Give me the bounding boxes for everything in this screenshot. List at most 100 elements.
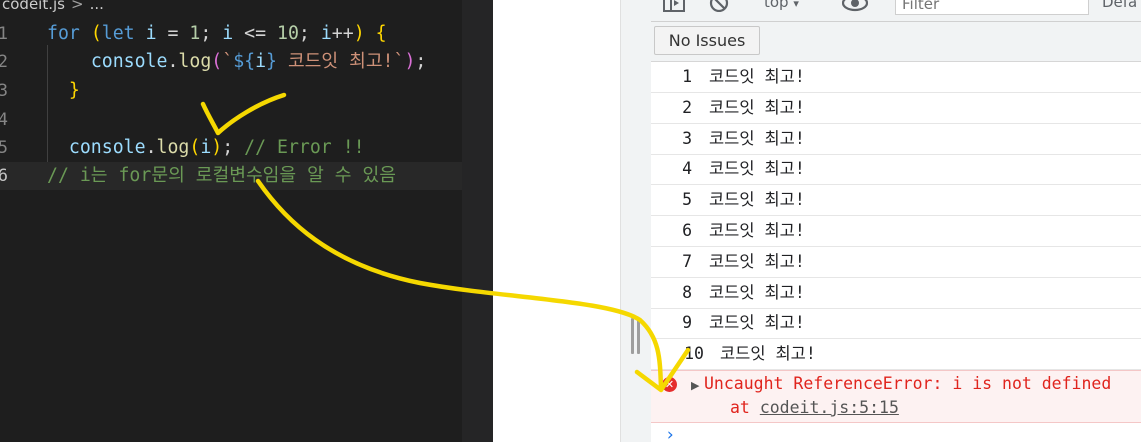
devtools-resizer[interactable] [620,0,651,442]
code-text: } [47,77,80,105]
code-token: ; [200,23,223,44]
code-line[interactable]: 6 // i는 for문의 로컬변수임을 알 수 있음 [0,162,462,190]
log-index: 6 [682,221,692,240]
log-text: 코드잇 최고! [709,159,805,179]
source-link[interactable]: codeit.js:5:15 [760,398,899,417]
code-token: 코드잇 최고! [277,51,394,72]
console-log-row: 7 코드잇 최고! [651,247,1141,278]
log-text: 코드잇 최고! [709,97,805,117]
code-text: // i는 for문의 로컬변수임을 알 수 있음 [47,162,396,190]
code-line[interactable]: 4 [0,106,462,134]
issues-bar: No Issues [651,22,1141,62]
code-token: i [134,23,157,44]
code-token: = [156,23,190,44]
console-prompt-icon[interactable]: › [665,425,675,442]
log-levels-select[interactable]: Defa [1102,0,1137,11]
log-index: 8 [682,282,692,302]
console-log-row: 3 코드잇 최고! [651,124,1141,155]
log-text: 코드잇 최고! [709,67,805,86]
log-index: 5 [682,190,692,210]
sidebar-toggle-icon[interactable] [663,0,685,16]
error-icon: ✕ [662,377,677,392]
code-token: // Error !! [244,137,365,158]
resizer-grip[interactable] [631,318,634,354]
line-number: 5 [0,138,8,158]
code-token: } [68,80,80,101]
stack-prefix: at [730,398,760,417]
log-index: 7 [682,251,692,271]
console-log-row: 2 코드잇 최고! [651,93,1141,124]
line-number: 2 [0,52,8,72]
code-token: ++ [331,23,354,44]
code-token: <= [233,23,278,44]
code-line[interactable]: 5 console.log(i); // Error !! [0,134,462,162]
code-token: { [375,23,387,44]
code-text: for (let i = 1; i <= 10; i++) { [47,20,387,48]
log-index: 4 [682,159,692,179]
log-text: 코드잇 최고! [709,251,805,271]
code-token: . [167,51,179,72]
clear-console-icon[interactable] [709,0,729,16]
code-token: ( [211,51,223,72]
code-line[interactable]: 3 } [0,77,462,105]
console-log-row: 8 코드잇 최고! [651,278,1141,309]
indent-guide [47,107,48,162]
log-index: 3 [682,128,692,148]
line-number: 3 [0,81,8,101]
console-log-row: 1 코드잇 최고! [651,62,1141,93]
line-number: 1 [0,24,8,44]
breadcrumb: codeit.js >... [2,0,104,17]
code-line[interactable]: 2 console.log(`${i} 코드잇 최고!`); [0,48,462,76]
log-index: 1 [682,67,692,86]
code-token: i [320,23,332,44]
devtools-console: top ▾ Filter Defa No Issues 1 코드잇 최고! 2 코드잇… [651,0,1141,442]
console-log-row: 9 코드잇 최고! [651,308,1141,340]
console-log-row: 6 코드잇 최고! [651,216,1141,247]
filter-placeholder: Filter [902,0,940,13]
line-number: 6 [0,166,8,186]
code-token: ` [222,51,234,72]
filter-input[interactable]: Filter [895,0,1089,15]
log-text: 코드잇 최고! [709,313,805,333]
issues-button[interactable]: No Issues [654,26,760,55]
code-token: i [255,51,267,72]
code-token: console [68,137,146,158]
context-select[interactable]: top ▾ [764,0,799,11]
expand-icon[interactable]: ▶ [691,379,699,392]
editor-scrollbar-area [462,0,493,442]
code-text: console.log(i); // Error !! [47,134,365,162]
code-token: log [156,137,190,158]
log-text: 코드잇 최고! [709,128,805,148]
code-token: ) [404,51,416,72]
error-message[interactable]: ✕ ▶ Uncaught ReferenceError: i is not de… [651,370,1141,423]
log-index: 10 [684,344,704,364]
code-token: ( [90,23,102,44]
breadcrumb-file[interactable]: codeit.js [2,0,65,13]
code-token: i [222,23,234,44]
context-label: top [764,0,789,11]
code-token: log [178,51,212,72]
log-text: 코드잇 최고! [720,344,816,364]
line-number: 4 [0,110,8,130]
code-token: ; [222,137,245,158]
log-text: 코드잇 최고! [709,282,805,302]
eye-icon[interactable] [841,0,869,16]
code-token: ; [415,51,427,72]
resizer-grip[interactable] [637,318,640,354]
breadcrumb-trail[interactable]: ... [90,0,104,13]
log-text: 코드잇 최고! [709,190,805,210]
error-text: Uncaught ReferenceError: i is not define… [704,374,1112,393]
code-token: ) [353,23,365,44]
code-line[interactable]: 1 for (let i = 1; i <= 10; i++) { [0,20,462,48]
code-token: let [101,23,135,44]
code-token: console [90,51,168,72]
log-index: 2 [682,97,692,117]
code-editor[interactable]: codeit.js >... 1 for (let i = 1; i <= 10; … [0,0,462,442]
code-token: // i는 for문의 로컬변수임을 알 수 있음 [47,165,396,186]
code-token: ( [189,137,201,158]
